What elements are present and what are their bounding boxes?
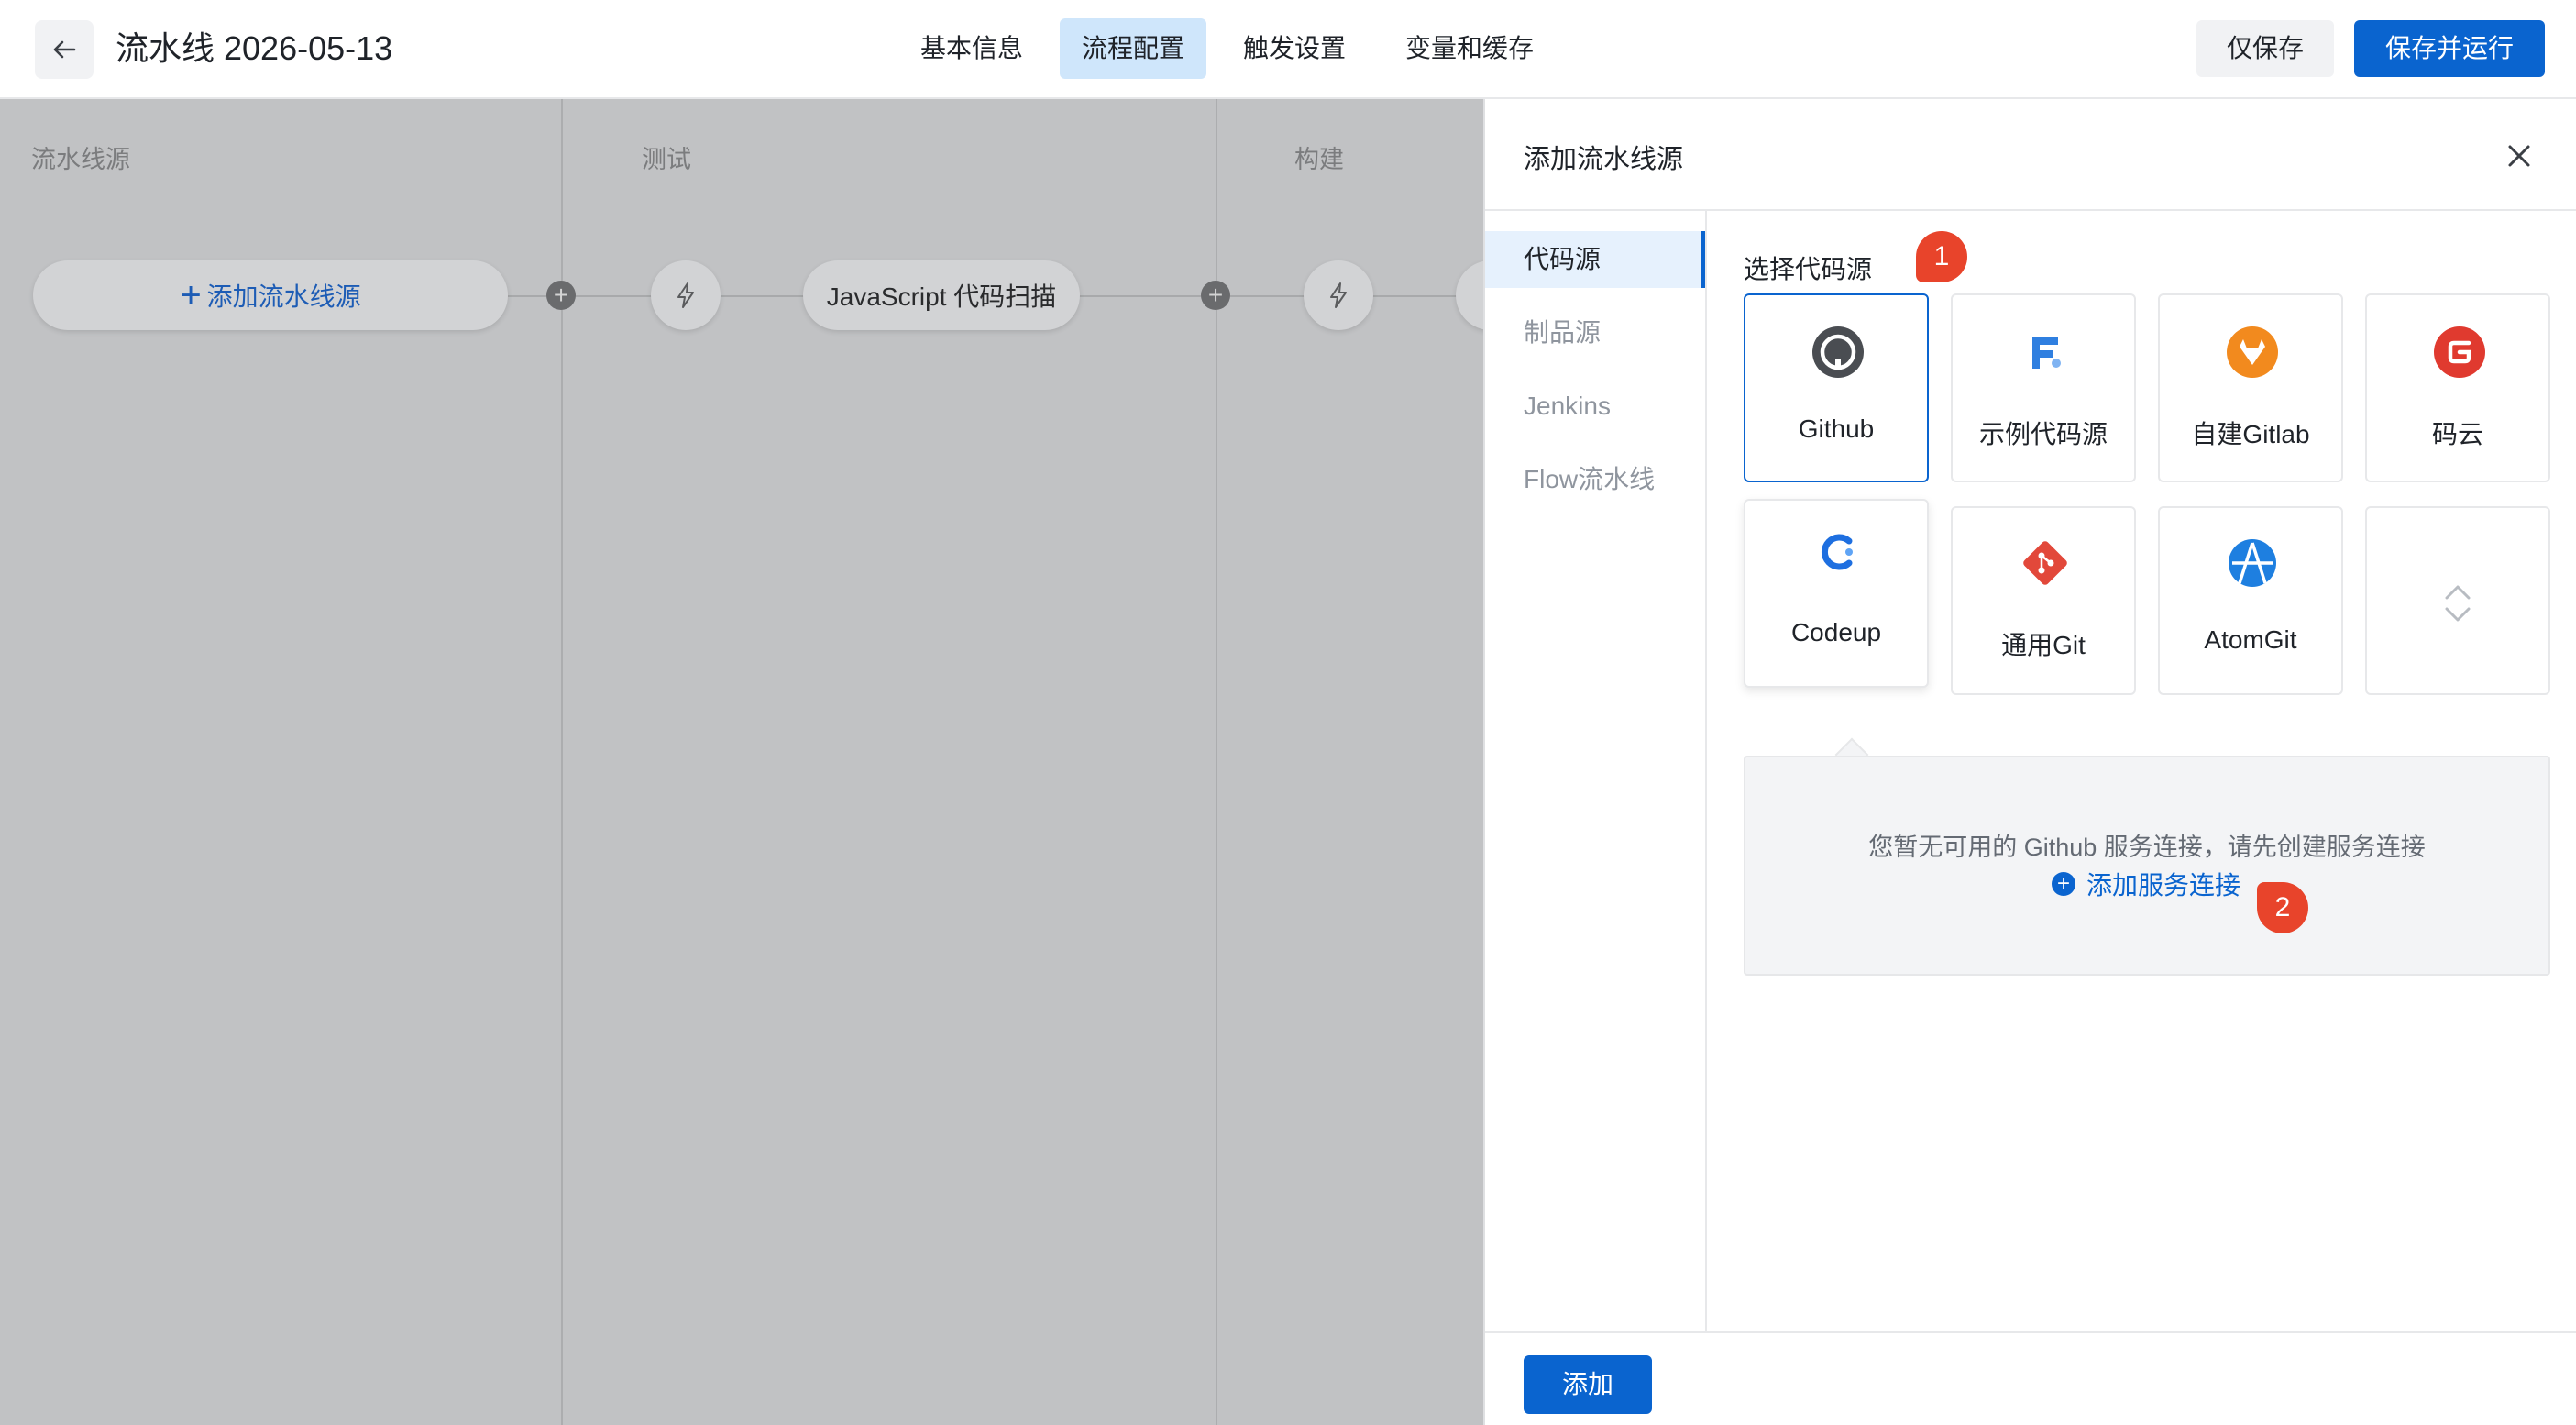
job-node[interactable]: JavaScript 代码扫描 <box>803 260 1080 330</box>
save-only-button[interactable]: 仅保存 <box>2196 20 2334 77</box>
gitlab-icon <box>2227 326 2278 378</box>
divider <box>1485 1331 2576 1333</box>
save-and-run-button[interactable]: 保存并运行 <box>2354 20 2545 77</box>
expand-more-card[interactable] <box>2365 506 2550 695</box>
pipeline-canvas: 流水线源 测试 构建 + 添加流水线源 + JavaScript 代码扫描 + <box>0 99 1483 1425</box>
source-card-sample[interactable]: 示例代码源 <box>1951 293 2136 482</box>
empty-message: 您暂无可用的 Github 服务连接，请先创建服务连接 <box>1868 834 2426 861</box>
source-card-gitee[interactable]: 码云 <box>2365 293 2550 482</box>
plus-circle-icon: + <box>2052 872 2075 896</box>
drawer-title: 添加流水线源 <box>1524 145 1684 174</box>
source-card-gitlab[interactable]: 自建Gitlab <box>2158 293 2343 482</box>
section-label: 选择代码源 <box>1744 255 1873 283</box>
source-label: Codeup <box>1790 618 1882 646</box>
git-icon <box>2023 541 2067 585</box>
lightning-icon <box>1330 282 1347 308</box>
gitee-icon <box>2434 326 2485 378</box>
menu-item-jenkins[interactable]: Jenkins <box>1485 378 1705 435</box>
tab-trigger-settings[interactable]: 触发设置 <box>1225 18 1364 79</box>
source-label: Github <box>1798 414 1875 443</box>
source-label: 通用Git <box>2001 631 2086 659</box>
tab-basic-info[interactable]: 基本信息 <box>902 18 1041 79</box>
source-label: 自建Gitlab <box>2191 420 2310 448</box>
job-node-partial[interactable] <box>1456 260 1483 330</box>
source-card-github[interactable]: Github <box>1744 293 1929 482</box>
trigger-node[interactable] <box>1304 260 1373 330</box>
add-button[interactable]: 添加 <box>1524 1355 1652 1414</box>
lightning-icon <box>677 282 694 308</box>
menu-item-code-source[interactable]: 代码源 <box>1485 231 1705 288</box>
add-service-connection-label: 添加服务连接 <box>2086 871 2241 900</box>
add-source-label: 添加流水线源 <box>206 282 361 311</box>
sample-source-icon <box>2032 337 2061 369</box>
github-icon <box>1812 326 1864 378</box>
divider <box>1485 209 2576 211</box>
add-stage-icon[interactable]: + <box>546 281 576 310</box>
trigger-node[interactable] <box>651 260 721 330</box>
step-badge-2: 2 <box>2257 882 2308 933</box>
add-source-button[interactable]: + 添加流水线源 <box>33 260 508 330</box>
add-stage-icon[interactable]: + <box>1201 281 1230 310</box>
expand-chevrons-icon <box>2445 585 2471 622</box>
atomgit-icon <box>2229 539 2276 587</box>
tab-flow-config[interactable]: 流程配置 <box>1060 18 1206 79</box>
add-source-drawer: 添加流水线源 代码源 制品源 Jenkins Flow流水线 选择代码源 1 G… <box>1483 99 2576 1425</box>
tab-bar: 基本信息 流程配置 触发设置 变量和缓存 <box>0 18 2576 79</box>
menu-item-artifact-source[interactable]: 制品源 <box>1485 304 1705 361</box>
menu-item-flow-pipeline[interactable]: Flow流水线 <box>1485 451 1705 508</box>
empty-connection-panel: 您暂无可用的 Github 服务连接，请先创建服务连接 + 添加服务连接 <box>1744 756 2550 976</box>
divider <box>1705 211 1707 1331</box>
job-label: JavaScript 代码扫描 <box>826 282 1057 311</box>
source-label: 码云 <box>2431 420 2483 448</box>
source-card-git[interactable]: 通用Git <box>1951 506 2136 695</box>
source-label: 示例代码源 <box>1978 420 2108 448</box>
codeup-icon <box>1821 534 1853 570</box>
source-card-codeup[interactable]: Codeup <box>1744 499 1929 688</box>
top-bar: 流水线 2026-05-13 基本信息 流程配置 触发设置 变量和缓存 仅保存 … <box>0 0 2576 99</box>
stage-title-source: 流水线源 <box>31 146 130 173</box>
source-label: AtomGit <box>2204 625 2297 654</box>
stage-title-test: 测试 <box>642 146 691 173</box>
source-card-atomgit[interactable]: AtomGit <box>2158 506 2343 695</box>
add-service-connection-link[interactable]: + 添加服务连接 <box>2052 866 2240 902</box>
plus-icon: + <box>180 275 202 315</box>
close-icon[interactable] <box>2501 138 2537 174</box>
tab-variables-cache[interactable]: 变量和缓存 <box>1382 18 1557 79</box>
stage-title-build: 构建 <box>1294 146 1344 173</box>
step-badge-1: 1 <box>1916 231 1967 282</box>
